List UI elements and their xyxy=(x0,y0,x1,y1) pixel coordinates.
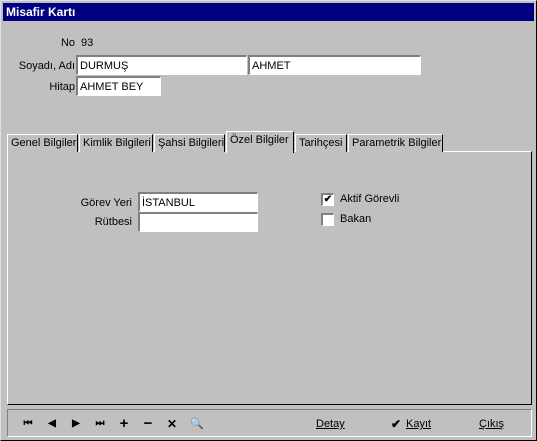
detay-button[interactable]: Detay xyxy=(316,415,345,433)
last-record-icon[interactable]: ⏭ xyxy=(92,415,108,433)
misafir-karti-window: Misafir Kartı No 93 Soyadı, Adı DURMUŞ A… xyxy=(0,0,537,441)
kayit-button[interactable]: Kayıt xyxy=(406,415,431,433)
cikis-button[interactable]: Çıkış xyxy=(479,415,504,433)
no-value: 93 xyxy=(81,37,94,49)
hitap-label: Hitap xyxy=(49,81,75,93)
tab-ozel-bilgiler[interactable]: Özel Bilgiler xyxy=(226,131,294,153)
gorev-yeri-field[interactable]: İSTANBUL xyxy=(138,192,258,212)
tab-genel-bilgiler[interactable]: Genel Bilgiler xyxy=(7,134,78,152)
no-label: No xyxy=(60,37,75,49)
add-record-icon[interactable]: + xyxy=(116,415,132,433)
delete-icon[interactable]: ✕ xyxy=(164,415,180,433)
soyadi-field[interactable]: DURMUŞ xyxy=(76,55,247,75)
rutbesi-field[interactable] xyxy=(138,212,258,232)
remove-record-icon[interactable]: − xyxy=(140,415,156,433)
first-record-icon[interactable]: ⏮ xyxy=(20,415,36,433)
check-icon[interactable]: ✔ xyxy=(391,415,401,433)
hitap-field[interactable]: AHMET BEY xyxy=(76,76,161,96)
bakan-checkbox[interactable] xyxy=(321,213,334,226)
navigation-toolbar: ⏮ ◀ ▶ ⏭ + − ✕ 🔍 Detay ✔ Kayıt Çıkış xyxy=(7,409,532,437)
aktif-gorevli-label: Aktif Görevli xyxy=(340,193,400,205)
tab-parametrik-bilgiler[interactable]: Parametrik Bilgiler xyxy=(348,134,443,152)
adi-field[interactable]: AHMET xyxy=(248,55,421,75)
bakan-label: Bakan xyxy=(340,213,372,225)
tab-kimlik-bilgileri[interactable]: Kimlik Bilgileri xyxy=(79,134,153,152)
gorev-yeri-label: Görev Yeri xyxy=(80,197,132,209)
tab-sahsi-bilgileri[interactable]: Şahsi Bilgileri xyxy=(154,134,225,152)
window-title: Misafir Kartı xyxy=(3,3,534,21)
next-record-icon[interactable]: ▶ xyxy=(68,415,84,433)
aktif-gorevli-checkbox[interactable]: ✔ xyxy=(321,193,334,206)
rutbesi-label: Rütbesi xyxy=(94,216,132,228)
previous-record-icon[interactable]: ◀ xyxy=(44,415,60,433)
soyadi-label: Soyadı, Adı xyxy=(18,60,75,72)
tab-tarihcesi[interactable]: Tarihçesi xyxy=(295,134,347,152)
binoculars-search-icon[interactable]: 🔍 xyxy=(186,415,208,433)
tab-panel-ozel-bilgiler: Görev Yeri İSTANBUL Rütbesi ✔ Aktif Göre… xyxy=(7,151,532,405)
